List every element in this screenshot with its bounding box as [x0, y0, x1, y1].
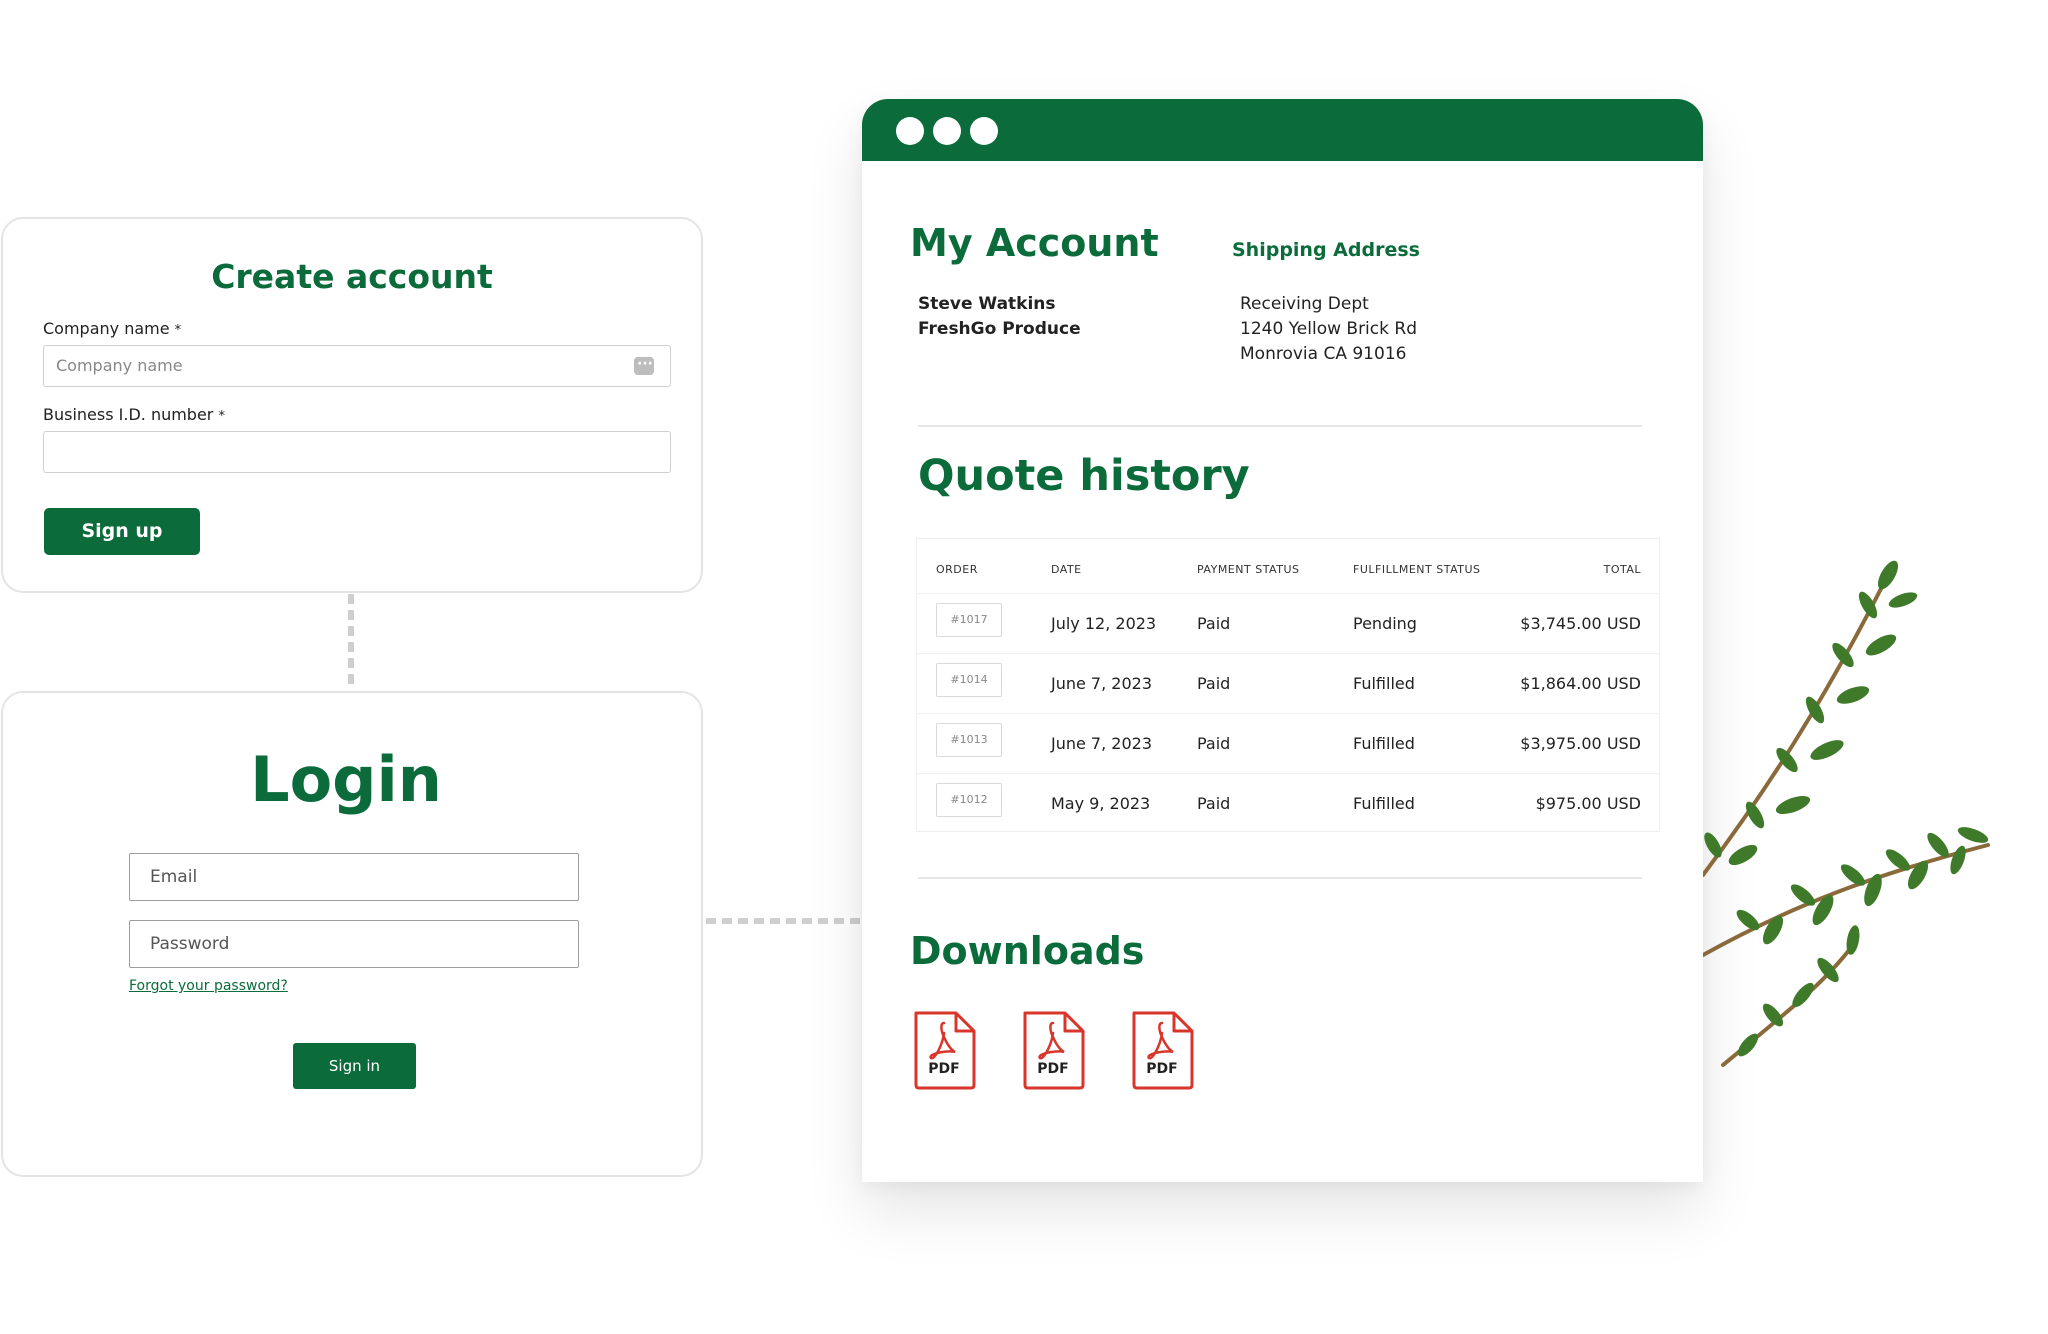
sign-in-button[interactable]: Sign in [293, 1043, 416, 1089]
order-date: July 12, 2023 [1051, 614, 1157, 633]
pdf-label: PDF [928, 1061, 960, 1077]
table-row[interactable]: #1012 May 9, 2023 Paid Fulfilled $975.00… [917, 773, 1659, 833]
window-titlebar [862, 99, 1703, 161]
login-title: Login [250, 743, 442, 816]
sign-up-button[interactable]: Sign up [44, 508, 200, 555]
section-divider [918, 877, 1642, 879]
order-number[interactable]: #1014 [936, 663, 1002, 697]
pdf-icon [1023, 1011, 1085, 1090]
pdf-download-1[interactable]: PDF [910, 1009, 978, 1091]
create-account-card: Create account Company name * Company na… [1, 217, 703, 593]
required-mark: * [218, 409, 225, 424]
company-name-label-text: Company name [43, 319, 170, 338]
order-date: June 7, 2023 [1051, 734, 1152, 753]
window-dot-icon [970, 117, 998, 145]
payment-status: Paid [1197, 614, 1231, 633]
business-id-label-text: Business I.D. number [43, 405, 214, 424]
required-mark: * [174, 323, 182, 338]
order-number[interactable]: #1012 [936, 783, 1002, 817]
pdf-download-3[interactable]: PDF [1128, 1009, 1196, 1091]
business-id-label: Business I.D. number * [43, 405, 225, 424]
forgot-password-link[interactable]: Forgot your password? [129, 978, 288, 994]
password-placeholder: Password [150, 934, 230, 954]
column-header-payment-status: PAYMENT STATUS [1197, 563, 1300, 576]
downloads-title: Downloads [910, 929, 1145, 973]
table-row[interactable]: #1014 June 7, 2023 Paid Fulfilled $1,864… [917, 653, 1659, 713]
order-total: $3,745.00 USD [1520, 614, 1641, 633]
table-row[interactable]: #1013 June 7, 2023 Paid Fulfilled $3,975… [917, 713, 1659, 773]
column-header-order: ORDER [936, 563, 978, 576]
create-account-title: Create account [211, 257, 493, 296]
window-dot-icon [933, 117, 961, 145]
my-account-title: My Account [910, 221, 1159, 265]
connector-vertical [348, 594, 354, 690]
column-header-fulfillment-status: FULFILLMENT STATUS [1353, 563, 1481, 576]
company-name-placeholder: Company name [56, 356, 183, 375]
section-divider [918, 425, 1642, 427]
account-name: Steve Watkins [918, 294, 1056, 314]
fulfillment-status: Fulfilled [1353, 794, 1415, 813]
autofill-icon[interactable] [634, 344, 654, 384]
order-number[interactable]: #1017 [936, 603, 1002, 637]
order-date: May 9, 2023 [1051, 794, 1151, 813]
account-company: FreshGo Produce [918, 319, 1081, 339]
fulfillment-status: Fulfilled [1353, 674, 1415, 693]
payment-status: Paid [1197, 794, 1231, 813]
payment-status: Paid [1197, 734, 1231, 753]
column-header-total: TOTAL [1603, 563, 1641, 576]
herb-sprig-decoration [1703, 560, 1990, 1067]
shipping-line: Receiving Dept [1240, 294, 1369, 314]
order-total: $3,975.00 USD [1520, 734, 1641, 753]
account-window: My Account Shipping Address Steve Watkin… [862, 99, 1703, 1182]
order-total: $975.00 USD [1535, 794, 1641, 813]
business-id-input[interactable] [43, 431, 671, 473]
company-name-label: Company name * [43, 319, 181, 338]
table-row[interactable]: #1017 July 12, 2023 Paid Pending $3,745.… [917, 593, 1659, 653]
shipping-line: Monrovia CA 91016 [1240, 344, 1407, 364]
shipping-line: 1240 Yellow Brick Rd [1240, 319, 1417, 339]
quote-history-table: ORDER DATE PAYMENT STATUS FULFILLMENT ST… [916, 538, 1660, 832]
order-date: June 7, 2023 [1051, 674, 1152, 693]
window-dot-icon [896, 117, 924, 145]
email-input[interactable]: Email [129, 853, 579, 901]
order-number[interactable]: #1013 [936, 723, 1002, 757]
login-card: Login Email Password Forgot your passwor… [1, 691, 703, 1177]
company-name-input[interactable]: Company name [43, 344, 671, 387]
shipping-address-title: Shipping Address [1232, 239, 1420, 261]
pdf-label: PDF [1146, 1061, 1178, 1077]
pdf-label: PDF [1037, 1061, 1069, 1077]
password-input[interactable]: Password [129, 920, 579, 968]
fulfillment-status: Fulfilled [1353, 734, 1415, 753]
email-placeholder: Email [150, 867, 198, 887]
fulfillment-status: Pending [1353, 614, 1417, 633]
pdf-icon [1132, 1011, 1194, 1090]
column-header-date: DATE [1051, 563, 1082, 576]
quote-history-title: Quote history [918, 451, 1250, 501]
pdf-download-2[interactable]: PDF [1019, 1009, 1087, 1091]
pdf-icon [914, 1011, 976, 1090]
payment-status: Paid [1197, 674, 1231, 693]
order-total: $1,864.00 USD [1520, 674, 1641, 693]
connector-horizontal [706, 918, 862, 924]
